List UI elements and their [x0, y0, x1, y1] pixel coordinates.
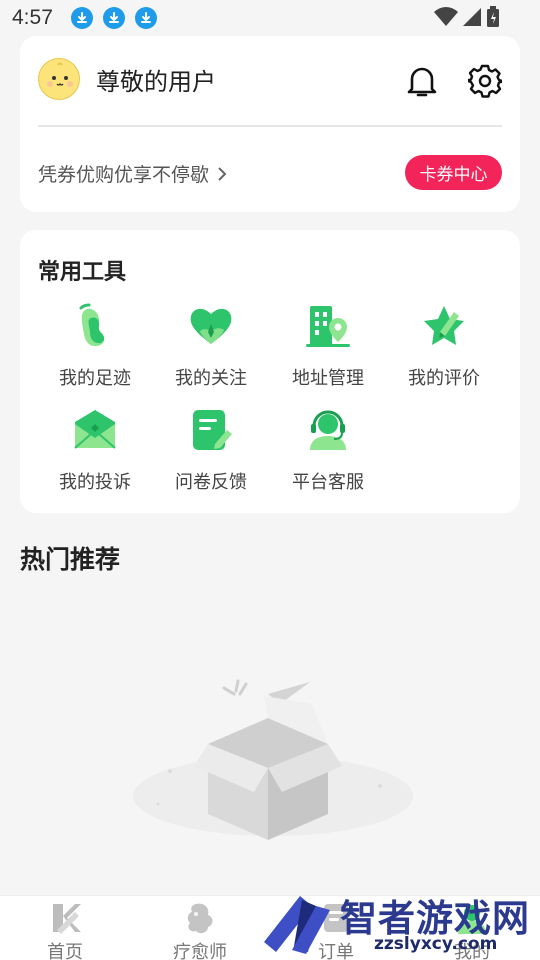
bell-icon[interactable]	[406, 64, 438, 98]
tool-my-footprint[interactable]: 我的足迹	[37, 302, 153, 390]
wifi-icon	[434, 7, 458, 27]
building-location-icon	[306, 306, 350, 347]
tool-my-reviews[interactable]: 我的评价	[386, 302, 502, 390]
nav-item-therapist[interactable]: 疗愈师	[140, 900, 260, 960]
username: 尊敬的用户	[96, 68, 216, 96]
tool-survey-feedback[interactable]: 问卷反馈	[153, 406, 269, 494]
status-bar: 4:57	[0, 0, 540, 36]
tool-label: 我的足迹	[59, 368, 131, 389]
tool-my-complaints[interactable]: 我的投诉	[37, 406, 153, 494]
avatar[interactable]	[38, 58, 80, 100]
tool-platform-customer-service[interactable]: 平台客服	[270, 406, 386, 494]
home-k-icon	[53, 904, 81, 934]
tool-label: 我的投诉	[59, 472, 131, 493]
nav-label: 疗愈师	[173, 942, 227, 960]
tool-address-management[interactable]: 地址管理	[270, 302, 386, 390]
therapist-icon	[187, 903, 213, 934]
nav-item-home[interactable]: 首页	[5, 900, 125, 960]
footprint-icon	[79, 303, 105, 347]
tool-label: 我的关注	[175, 368, 247, 389]
note-pen-icon	[193, 410, 232, 450]
battery-icon	[487, 6, 499, 27]
heart-icon	[190, 308, 232, 344]
status-time: 4:57	[12, 6, 53, 29]
download-icon	[134, 7, 157, 29]
tool-my-follow[interactable]: 我的关注	[153, 302, 269, 390]
tool-label: 地址管理	[292, 368, 364, 389]
chevron-right-icon	[218, 166, 227, 181]
star-pen-icon	[424, 306, 464, 345]
watermark-url: zzslyxcy.com	[374, 934, 498, 954]
coupon-center-button[interactable]: 卡券中心	[405, 155, 502, 190]
tool-label: 我的评价	[408, 368, 480, 389]
tool-label: 平台客服	[292, 472, 364, 493]
hot-recommend-title: 热门推荐	[20, 545, 121, 574]
tools-title: 常用工具	[38, 260, 127, 285]
nav-label: 首页	[47, 942, 83, 960]
watermark-logo	[264, 896, 330, 954]
download-icon	[70, 7, 93, 29]
profile-divider	[38, 125, 502, 127]
headset-user-icon	[310, 410, 346, 450]
envelope-icon	[74, 410, 116, 449]
coupon-promo-text: 凭券优购优享不停歇	[38, 164, 210, 186]
empty-box-illustration	[133, 679, 413, 840]
tool-label: 问卷反馈	[175, 472, 247, 493]
gear-icon[interactable]	[468, 64, 502, 98]
coupon-promo-link[interactable]: 凭券优购优享不停歇	[38, 160, 227, 187]
signal-icon	[463, 8, 481, 26]
download-icon	[102, 7, 125, 29]
watermark: 智者游戏网 zzslyxcy.com	[258, 888, 540, 960]
common-tools-card: 常用工具 我的足迹 我的关注 地址管理 我的评价 我的投诉 问卷反馈 平台客服	[20, 230, 520, 513]
profile-card: 尊敬的用户 凭券优购优享不停歇 卡券中心	[20, 36, 520, 212]
